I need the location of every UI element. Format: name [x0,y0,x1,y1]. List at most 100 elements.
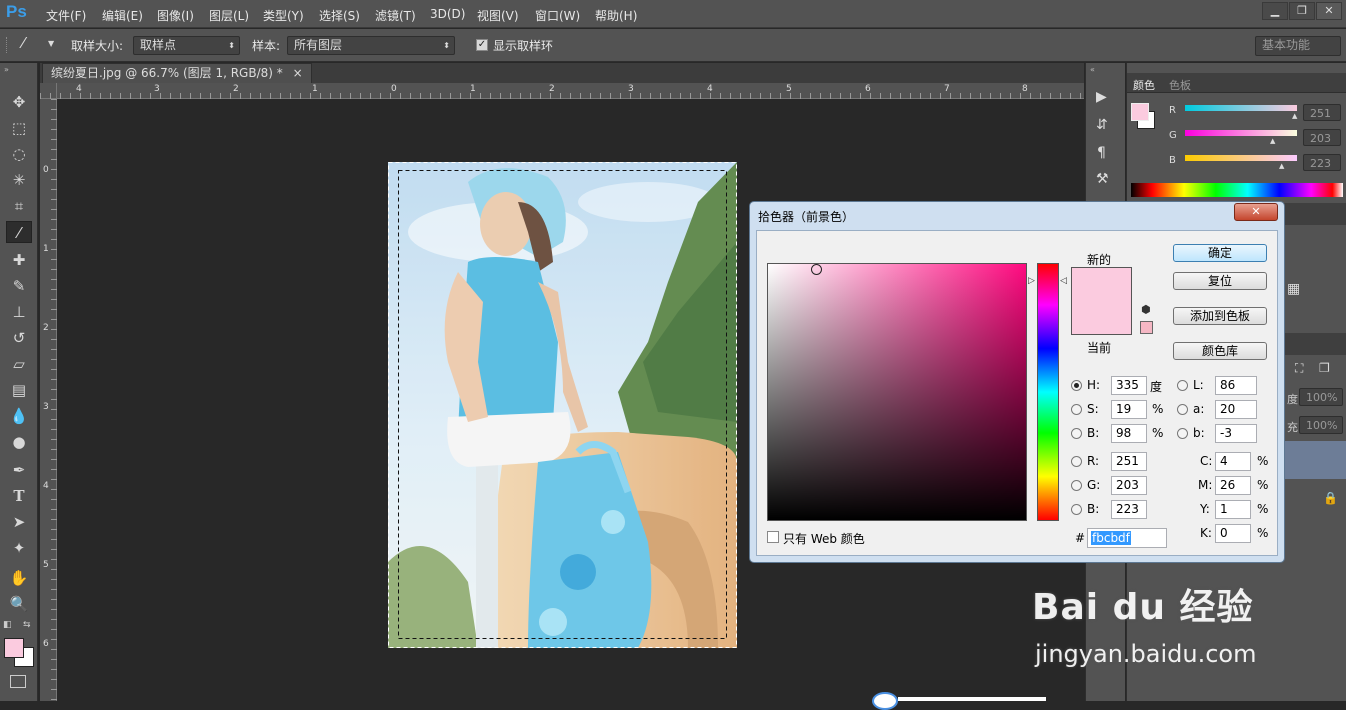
quick-mask-icon[interactable] [10,675,26,688]
menu-view[interactable]: 视图(V) [477,7,519,24]
document-image[interactable] [388,162,737,648]
dialog-close-button[interactable]: ✕ [1234,203,1278,221]
hue-slider[interactable] [1037,263,1059,521]
brightness-radio[interactable] [1071,428,1082,439]
g-value-field[interactable]: 203 [1303,129,1341,146]
web-safe-swatch[interactable] [1140,321,1153,334]
menu-image[interactable]: 图像(I) [157,7,194,24]
g-slider-thumb[interactable]: ▲ [1270,137,1275,145]
hue-slider-left-arrow[interactable]: ▷ [1028,276,1035,286]
healing-tool[interactable]: ✚ [6,249,32,271]
gradient-tool[interactable]: ▤ [6,379,32,401]
show-ring-checkbox[interactable]: ✓ [476,39,488,51]
document-tab[interactable]: 缤纷夏日.jpg @ 66.7% (图层 1, RGB/8) * × [42,63,312,83]
foreground-color-swatch[interactable] [4,638,24,658]
color-field[interactable] [767,263,1027,521]
g-input[interactable]: 203 [1111,476,1147,495]
tool-presets-icon[interactable]: ⚒ [1096,171,1109,187]
close-tab-icon[interactable]: × [293,66,303,80]
l-radio[interactable] [1177,380,1188,391]
eyedropper-preset-icon[interactable]: ⁄ [22,34,25,52]
history-icon[interactable]: ⇵ [1096,117,1108,133]
fill-field[interactable]: 100% [1299,416,1343,434]
transform-icon[interactable]: ⛶ [1295,361,1303,376]
r-radio[interactable] [1071,456,1082,467]
color-field-cursor[interactable] [811,264,822,275]
g-slider[interactable] [1185,130,1297,136]
k-input[interactable]: 0 [1215,524,1251,543]
reset-button[interactable]: 复位 [1173,272,1267,290]
zoom-tool[interactable]: 🔍 [6,593,32,615]
menu-help[interactable]: 帮助(H) [595,7,637,24]
tab-color[interactable]: 颜色 [1133,77,1155,93]
brightness-input[interactable]: 98 [1111,424,1147,443]
color-libraries-button[interactable]: 颜色库 [1173,342,1267,360]
brush-tool[interactable]: ✎ [6,275,32,297]
lab-b-input[interactable]: -3 [1215,424,1257,443]
swap-colors-icon[interactable]: ⇆ [23,620,31,630]
b-input[interactable]: 223 [1111,500,1147,519]
restore-button[interactable]: ❐ [1289,2,1315,20]
menu-select[interactable]: 选择(S) [319,7,360,24]
tab-swatches[interactable]: 色板 [1169,77,1191,93]
h-radio[interactable] [1071,380,1082,391]
hex-input[interactable]: fbcbdf [1087,528,1167,548]
hue-slider-right-arrow[interactable]: ◁ [1060,276,1067,286]
r-input[interactable]: 251 [1111,452,1147,471]
eyedropper-tool[interactable]: ⁄ [6,221,32,243]
stamp-tool[interactable]: ⊥ [6,301,32,323]
path-select-tool[interactable]: ➤ [6,511,32,533]
shape-tool[interactable]: ✦ [6,537,32,559]
menu-layer[interactable]: 图层(L) [209,7,249,24]
default-colors-icon[interactable]: ◧ [3,620,12,630]
type-tool[interactable]: T [6,485,32,507]
collapse-icon[interactable]: » [4,65,9,74]
pen-tool[interactable]: ✒ [6,459,32,481]
sample-select[interactable]: 所有图层 ⬍ [287,36,455,55]
dodge-tool[interactable]: ● [6,431,32,453]
r-value-field[interactable]: 251 [1303,104,1341,121]
a-radio[interactable] [1177,404,1188,415]
menu-3d[interactable]: 3D(D) [430,7,465,21]
paragraph-icon[interactable]: ¶ [1097,145,1106,161]
opacity-field[interactable]: 100% [1299,388,1343,406]
eraser-tool[interactable]: ▱ [6,353,32,375]
add-to-swatches-button[interactable]: 添加到色板 [1173,307,1267,325]
b-slider-thumb[interactable]: ▲ [1279,162,1284,170]
color-spectrum-ramp[interactable] [1131,183,1343,197]
c-input[interactable]: 4 [1215,452,1251,471]
b-radio[interactable] [1071,504,1082,515]
menu-edit[interactable]: 编辑(E) [102,7,143,24]
ok-button[interactable]: 确定 [1173,244,1267,262]
r-slider[interactable] [1185,105,1297,111]
history-brush-tool[interactable]: ↺ [6,327,32,349]
grid-icon[interactable]: ▦ [1287,281,1300,297]
gamut-cube-icon[interactable]: ⬢ [1141,303,1151,316]
h-input[interactable]: 335 [1111,376,1147,395]
magic-wand-tool[interactable]: ✳ [6,169,32,191]
minimize-button[interactable]: ▁ [1262,2,1288,20]
b-slider[interactable] [1185,155,1297,161]
r-slider-thumb[interactable]: ▲ [1292,112,1297,120]
lasso-tool[interactable]: ◌ [6,143,32,165]
collapse-icon[interactable]: « [1090,65,1095,74]
menu-filter[interactable]: 滤镜(T) [375,7,416,24]
l-input[interactable]: 86 [1215,376,1257,395]
crop-tool[interactable]: ⌗ [6,195,32,217]
menu-type[interactable]: 类型(Y) [263,7,304,24]
s-radio[interactable] [1071,404,1082,415]
menu-window[interactable]: 窗口(W) [535,7,580,24]
g-radio[interactable] [1071,480,1082,491]
close-window-button[interactable]: ✕ [1316,2,1342,20]
sample-size-select[interactable]: 取样点 ⬍ [133,36,240,55]
web-only-checkbox[interactable] [767,531,779,543]
blur-tool[interactable]: 💧 [6,405,32,427]
hand-tool[interactable]: ✋ [6,567,32,589]
workspace-select[interactable]: 基本功能 [1255,36,1341,56]
b-value-field[interactable]: 223 [1303,154,1341,171]
y-input[interactable]: 1 [1215,500,1251,519]
lab-b-radio[interactable] [1177,428,1188,439]
play-icon[interactable]: ▶ [1096,89,1107,105]
m-input[interactable]: 26 [1215,476,1251,495]
move-tool[interactable]: ✥ [6,91,32,113]
